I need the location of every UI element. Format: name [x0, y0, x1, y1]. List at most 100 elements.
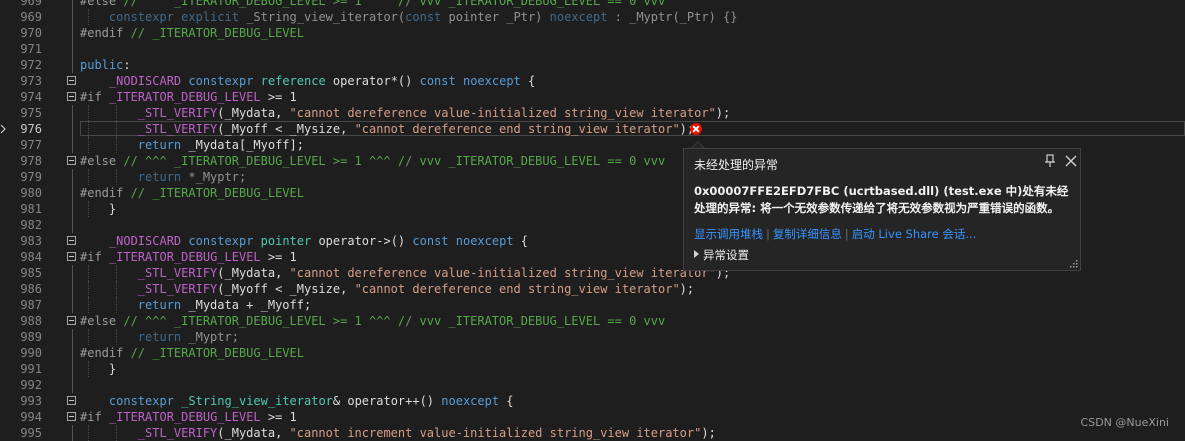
line-number: 993	[20, 394, 42, 408]
code-line[interactable]: 994 #if _ITERATOR_DEBUG_LEVEL >= 1	[0, 409, 1185, 425]
code-line[interactable]: 975 _STL_VERIFY(_Mydata, "cannot derefer…	[0, 105, 1185, 121]
code-line[interactable]: 988 #else // ^^^ _ITERATOR_DEBUG_LEVEL >=…	[0, 313, 1185, 329]
code-line[interactable]: 986 _STL_VERIFY(_Myoff < _Mysize, "canno…	[0, 281, 1185, 297]
code-token: const	[405, 10, 442, 24]
current-statement-arrow-icon	[0, 124, 6, 134]
code-token: operator->()	[311, 234, 413, 248]
code-text: #if _ITERATOR_DEBUG_LEVEL >= 1	[80, 409, 297, 425]
line-number: 969	[20, 0, 42, 8]
line-number: 988	[20, 314, 42, 328]
resize-grip-icon[interactable]	[1068, 258, 1078, 268]
popup-pointer	[691, 141, 705, 148]
code-token: // _ITERATOR_DEBUG_LEVEL	[123, 186, 304, 200]
line-number: 987	[20, 298, 42, 312]
code-token: : _Myptr(_Ptr) {}	[607, 10, 738, 24]
code-line[interactable]: 993 constexpr _String_view_iterator& ope…	[0, 393, 1185, 409]
code-line[interactable]: 992	[0, 377, 1185, 393]
fold-guide	[72, 329, 73, 345]
show-call-stack-link[interactable]: 显示调用堆栈	[694, 227, 763, 241]
line-number: 994	[20, 410, 42, 424]
code-token: const	[419, 74, 456, 88]
code-token: _ITERATOR_DEBUG_LEVEL	[108, 90, 261, 104]
code-line[interactable]: 972 public:	[0, 57, 1185, 73]
exception-popup: 未经处理的异常 0x00007FFE2EFD7FBC (ucrtbased.dl…	[683, 148, 1081, 271]
code-text: return _Myptr;	[80, 329, 239, 345]
fold-toggle-icon[interactable]	[67, 252, 76, 261]
code-token: operator*()	[325, 74, 420, 88]
code-line[interactable]: 974 #if _ITERATOR_DEBUG_LEVEL >= 1	[0, 89, 1185, 105]
code-line[interactable]: 970 #endif // _ITERATOR_DEBUG_LEVEL	[0, 25, 1185, 41]
code-token: }	[80, 362, 117, 376]
code-line[interactable]: 987 return _Mydata + _Myoff;	[0, 297, 1185, 313]
pin-icon[interactable]	[1044, 154, 1056, 168]
code-line[interactable]: 969 constexpr explicit _String_view_iter…	[0, 9, 1185, 25]
code-text: _STL_VERIFY(_Mydata, "cannot dereference…	[80, 265, 730, 281]
fold-toggle-icon[interactable]	[67, 396, 76, 405]
fold-guide	[72, 201, 73, 217]
code-token: _Mydata + _Myoff;	[181, 298, 312, 312]
code-token: constexpr	[188, 234, 254, 248]
line-number: 990	[20, 346, 42, 360]
code-token: "cannot dereference end string_view iter…	[354, 122, 680, 136]
code-text: #endif // _ITERATOR_DEBUG_LEVEL	[80, 25, 304, 41]
code-token: (_Myoff < _Mysize,	[217, 282, 355, 296]
code-line[interactable]: 990 #endif // _ITERATOR_DEBUG_LEVEL	[0, 345, 1185, 361]
fold-toggle-icon[interactable]	[67, 76, 76, 85]
code-line[interactable]: 989 return _Myptr;	[0, 329, 1185, 345]
code-token: noexcept	[441, 394, 500, 408]
code-token: noexcept	[549, 10, 608, 24]
live-share-link[interactable]: 启动 Live Share 会话...	[852, 227, 977, 241]
code-line[interactable]: 991 }	[0, 361, 1185, 377]
code-token: return	[137, 298, 182, 312]
fold-guide	[72, 137, 73, 153]
fold-toggle-icon[interactable]	[67, 316, 76, 325]
code-line[interactable]: 971	[0, 41, 1185, 57]
code-token: _NODISCARD	[108, 234, 182, 248]
code-line[interactable]: 973 _NODISCARD constexpr reference opera…	[0, 73, 1185, 89]
code-token: (_Myoff < _Mysize,	[217, 122, 355, 136]
line-number: 983	[20, 234, 42, 248]
code-token: _STL_VERIFY	[137, 426, 218, 440]
code-line[interactable]: 976 _STL_VERIFY(_Myoff < _Mysize, "canno…	[0, 121, 1185, 137]
code-token: >= 1	[260, 410, 297, 424]
fold-toggle-icon[interactable]	[67, 156, 76, 165]
code-token: _Mydata[_Myoff];	[181, 138, 304, 152]
line-number: 984	[20, 250, 42, 264]
line-number: 973	[20, 74, 42, 88]
code-token: _ITERATOR_DEBUG_LEVEL	[108, 410, 261, 424]
fold-toggle-icon[interactable]	[67, 92, 76, 101]
code-token: #if	[80, 90, 102, 104]
code-token: _STL_VERIFY	[137, 106, 218, 120]
code-token: (_Mydata,	[217, 426, 290, 440]
exception-settings-toggle[interactable]: 异常设置	[694, 247, 749, 263]
close-icon[interactable]	[1064, 154, 1078, 168]
code-token: explicit	[181, 10, 239, 24]
copy-details-link[interactable]: 复制详细信息	[773, 227, 842, 241]
line-number: 991	[20, 362, 42, 376]
code-text: _NODISCARD constexpr reference operator*…	[80, 73, 535, 89]
fold-toggle-icon[interactable]	[67, 236, 76, 245]
code-text: public:	[80, 57, 131, 73]
code-token: :	[123, 58, 131, 72]
code-text: #endif // _ITERATOR_DEBUG_LEVEL	[80, 345, 304, 361]
fold-guide	[72, 217, 73, 233]
code-token: #endif	[80, 346, 124, 360]
code-line[interactable]: 969 #else // ^^^ _ITERATOR_DEBUG_LEVEL >=…	[0, 0, 1185, 9]
fold-toggle-icon[interactable]	[67, 412, 76, 421]
code-text: #if _ITERATOR_DEBUG_LEVEL >= 1	[80, 249, 297, 265]
code-text: return _Mydata[_Myoff];	[80, 137, 304, 153]
error-icon[interactable]	[690, 123, 702, 135]
line-number: 978	[20, 154, 42, 168]
line-number: 971	[20, 42, 42, 56]
exception-message: 0x00007FFE2EFD7FBC (ucrtbased.dll) (test…	[694, 184, 1069, 215]
code-text: _NODISCARD constexpr pointer operator->(…	[80, 233, 528, 249]
